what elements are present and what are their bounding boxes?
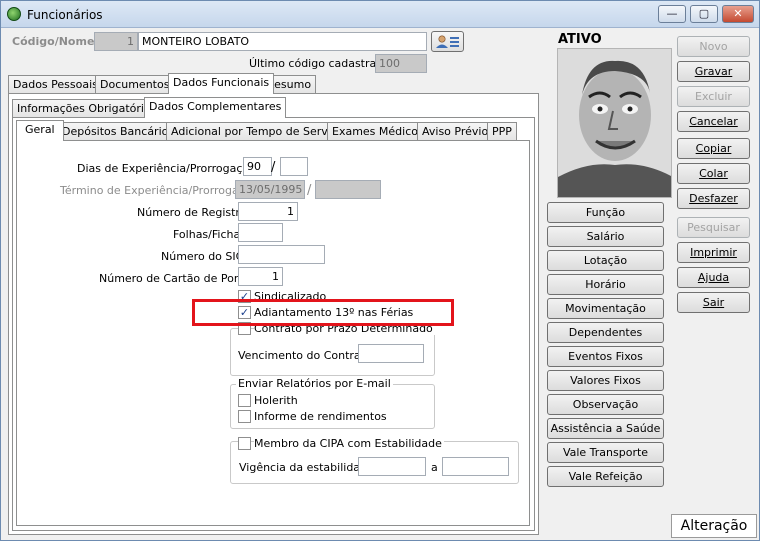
end-experience-date-field: 13/05/1995	[235, 180, 305, 199]
status-mode: Alteração	[671, 514, 757, 538]
eventos-fixos-button[interactable]: Eventos Fixos	[547, 346, 664, 367]
experience-extension-field[interactable]	[280, 157, 308, 176]
main-window: Funcionários — ▢ ✕ Código/Nome 1 MONTEIR…	[0, 0, 760, 541]
valores-fixos-button[interactable]: Valores Fixos	[547, 370, 664, 391]
payslip-checkbox[interactable]	[238, 394, 251, 407]
contract-expiry-label: Vencimento do Contrato	[238, 349, 372, 362]
experience-slash: /	[271, 160, 276, 175]
code-field[interactable]: 1	[94, 32, 138, 51]
title-bar: Funcionários — ▢ ✕	[1, 1, 759, 28]
excluir-button[interactable]: Excluir	[677, 86, 750, 107]
close-button[interactable]: ✕	[722, 5, 754, 23]
registration-field[interactable]: 1	[238, 202, 298, 221]
stability-to-field[interactable]	[442, 457, 509, 476]
experience-days-label: Dias de Experiência/Prorrogação	[77, 162, 256, 175]
cancelar-button[interactable]: Cancelar	[677, 111, 750, 132]
person-card-icon	[436, 35, 459, 48]
end-experience-ext-field	[315, 180, 381, 199]
payslip-label: Holerith	[254, 394, 298, 407]
lotacao-button[interactable]: Lotação	[547, 250, 664, 271]
observacao-button[interactable]: Observação	[547, 394, 664, 415]
movimentacao-button[interactable]: Movimentação	[547, 298, 664, 319]
cipa-label: Membro da CIPA com Estabilidade	[254, 437, 444, 450]
client-area: Código/Nome 1 MONTEIRO LOBATO Último cód…	[5, 29, 757, 538]
contract-expiry-field[interactable]	[358, 344, 424, 363]
novo-button[interactable]: Novo	[677, 36, 750, 57]
sheet-label: Folhas/Ficha	[173, 228, 241, 241]
vale-transporte-button[interactable]: Vale Transporte	[547, 442, 664, 463]
tab-depositos-bancarios[interactable]: Depósitos Bancários	[57, 122, 180, 141]
sheet-field[interactable]	[238, 223, 283, 242]
dependentes-button[interactable]: Dependentes	[547, 322, 664, 343]
salario-button[interactable]: Salário	[547, 226, 664, 247]
card-field[interactable]: 1	[238, 267, 283, 286]
stability-and-label: a	[431, 461, 438, 474]
tab-aviso-previo[interactable]: Aviso Prévio	[417, 122, 494, 141]
last-code-field: 100	[375, 54, 427, 73]
horario-button[interactable]: Horário	[547, 274, 664, 295]
tab-dados-funcionais[interactable]: Dados Funcionais	[168, 73, 275, 94]
minimize-button[interactable]: —	[658, 5, 686, 23]
employee-portrait-image	[558, 49, 671, 197]
tab-dados-pessoais[interactable]: Dados Pessoais	[8, 75, 103, 94]
tab-adicional-tempo-servico[interactable]: Adicional por Tempo de Serviço	[166, 122, 349, 141]
income-report-checkbox[interactable]	[238, 410, 251, 423]
imprimir-button[interactable]: Imprimir	[677, 242, 750, 263]
sic-field[interactable]	[238, 245, 325, 264]
stability-label: Vigência da estabilidade	[239, 461, 374, 474]
cipa-checkbox[interactable]	[238, 437, 251, 450]
app-globe-icon	[7, 7, 21, 21]
vale-refeicao-button[interactable]: Vale Refeição	[547, 466, 664, 487]
stability-from-field[interactable]	[358, 457, 426, 476]
gravar-button[interactable]: Gravar	[677, 61, 750, 82]
desfazer-button[interactable]: Desfazer	[677, 188, 750, 209]
card-label: Número de Cartão de Ponto	[99, 272, 252, 285]
income-report-label: Informe de rendimentos	[254, 410, 387, 423]
status-title: ATIVO	[558, 32, 602, 47]
copiar-button[interactable]: Copiar	[677, 138, 750, 159]
sic-label: Número do SIC	[161, 250, 244, 263]
name-field[interactable]: MONTEIRO LOBATO	[138, 32, 427, 51]
restore-button[interactable]: ▢	[690, 5, 718, 23]
ajuda-button[interactable]: Ajuda	[677, 267, 750, 288]
sair-button[interactable]: Sair	[677, 292, 750, 313]
end-experience-label: Término de Experiência/Prorrogação	[60, 184, 259, 197]
pesquisar-button[interactable]: Pesquisar	[677, 217, 750, 238]
tab-geral[interactable]: Geral	[16, 120, 64, 141]
funcao-button[interactable]: Função	[547, 202, 664, 223]
email-reports-label: Enviar Relatórios por E-mail	[236, 377, 393, 390]
tab-documentos[interactable]: Documentos	[95, 75, 175, 94]
tab-dados-complementares[interactable]: Dados Complementares	[144, 97, 287, 118]
colar-button[interactable]: Colar	[677, 163, 750, 184]
code-name-label: Código/Nome	[12, 35, 95, 48]
window-title: Funcionários	[27, 8, 103, 22]
last-code-label: Último código cadastrado:	[249, 57, 394, 70]
tab-informacoes-obrigatorias[interactable]: Informações Obrigatórias	[12, 99, 162, 118]
end-experience-slash: /	[307, 183, 312, 198]
highlight-box	[192, 299, 454, 326]
employee-lookup-button[interactable]	[431, 31, 464, 52]
registration-label: Número de Registro	[137, 206, 247, 219]
assistencia-saude-button[interactable]: Assistência a Saúde	[547, 418, 664, 439]
tab-ppp[interactable]: PPP	[487, 122, 517, 141]
tab-exames-medicos[interactable]: Exames Médicos	[327, 122, 429, 141]
experience-days-field[interactable]: 90	[243, 157, 272, 176]
employee-photo	[557, 48, 672, 198]
